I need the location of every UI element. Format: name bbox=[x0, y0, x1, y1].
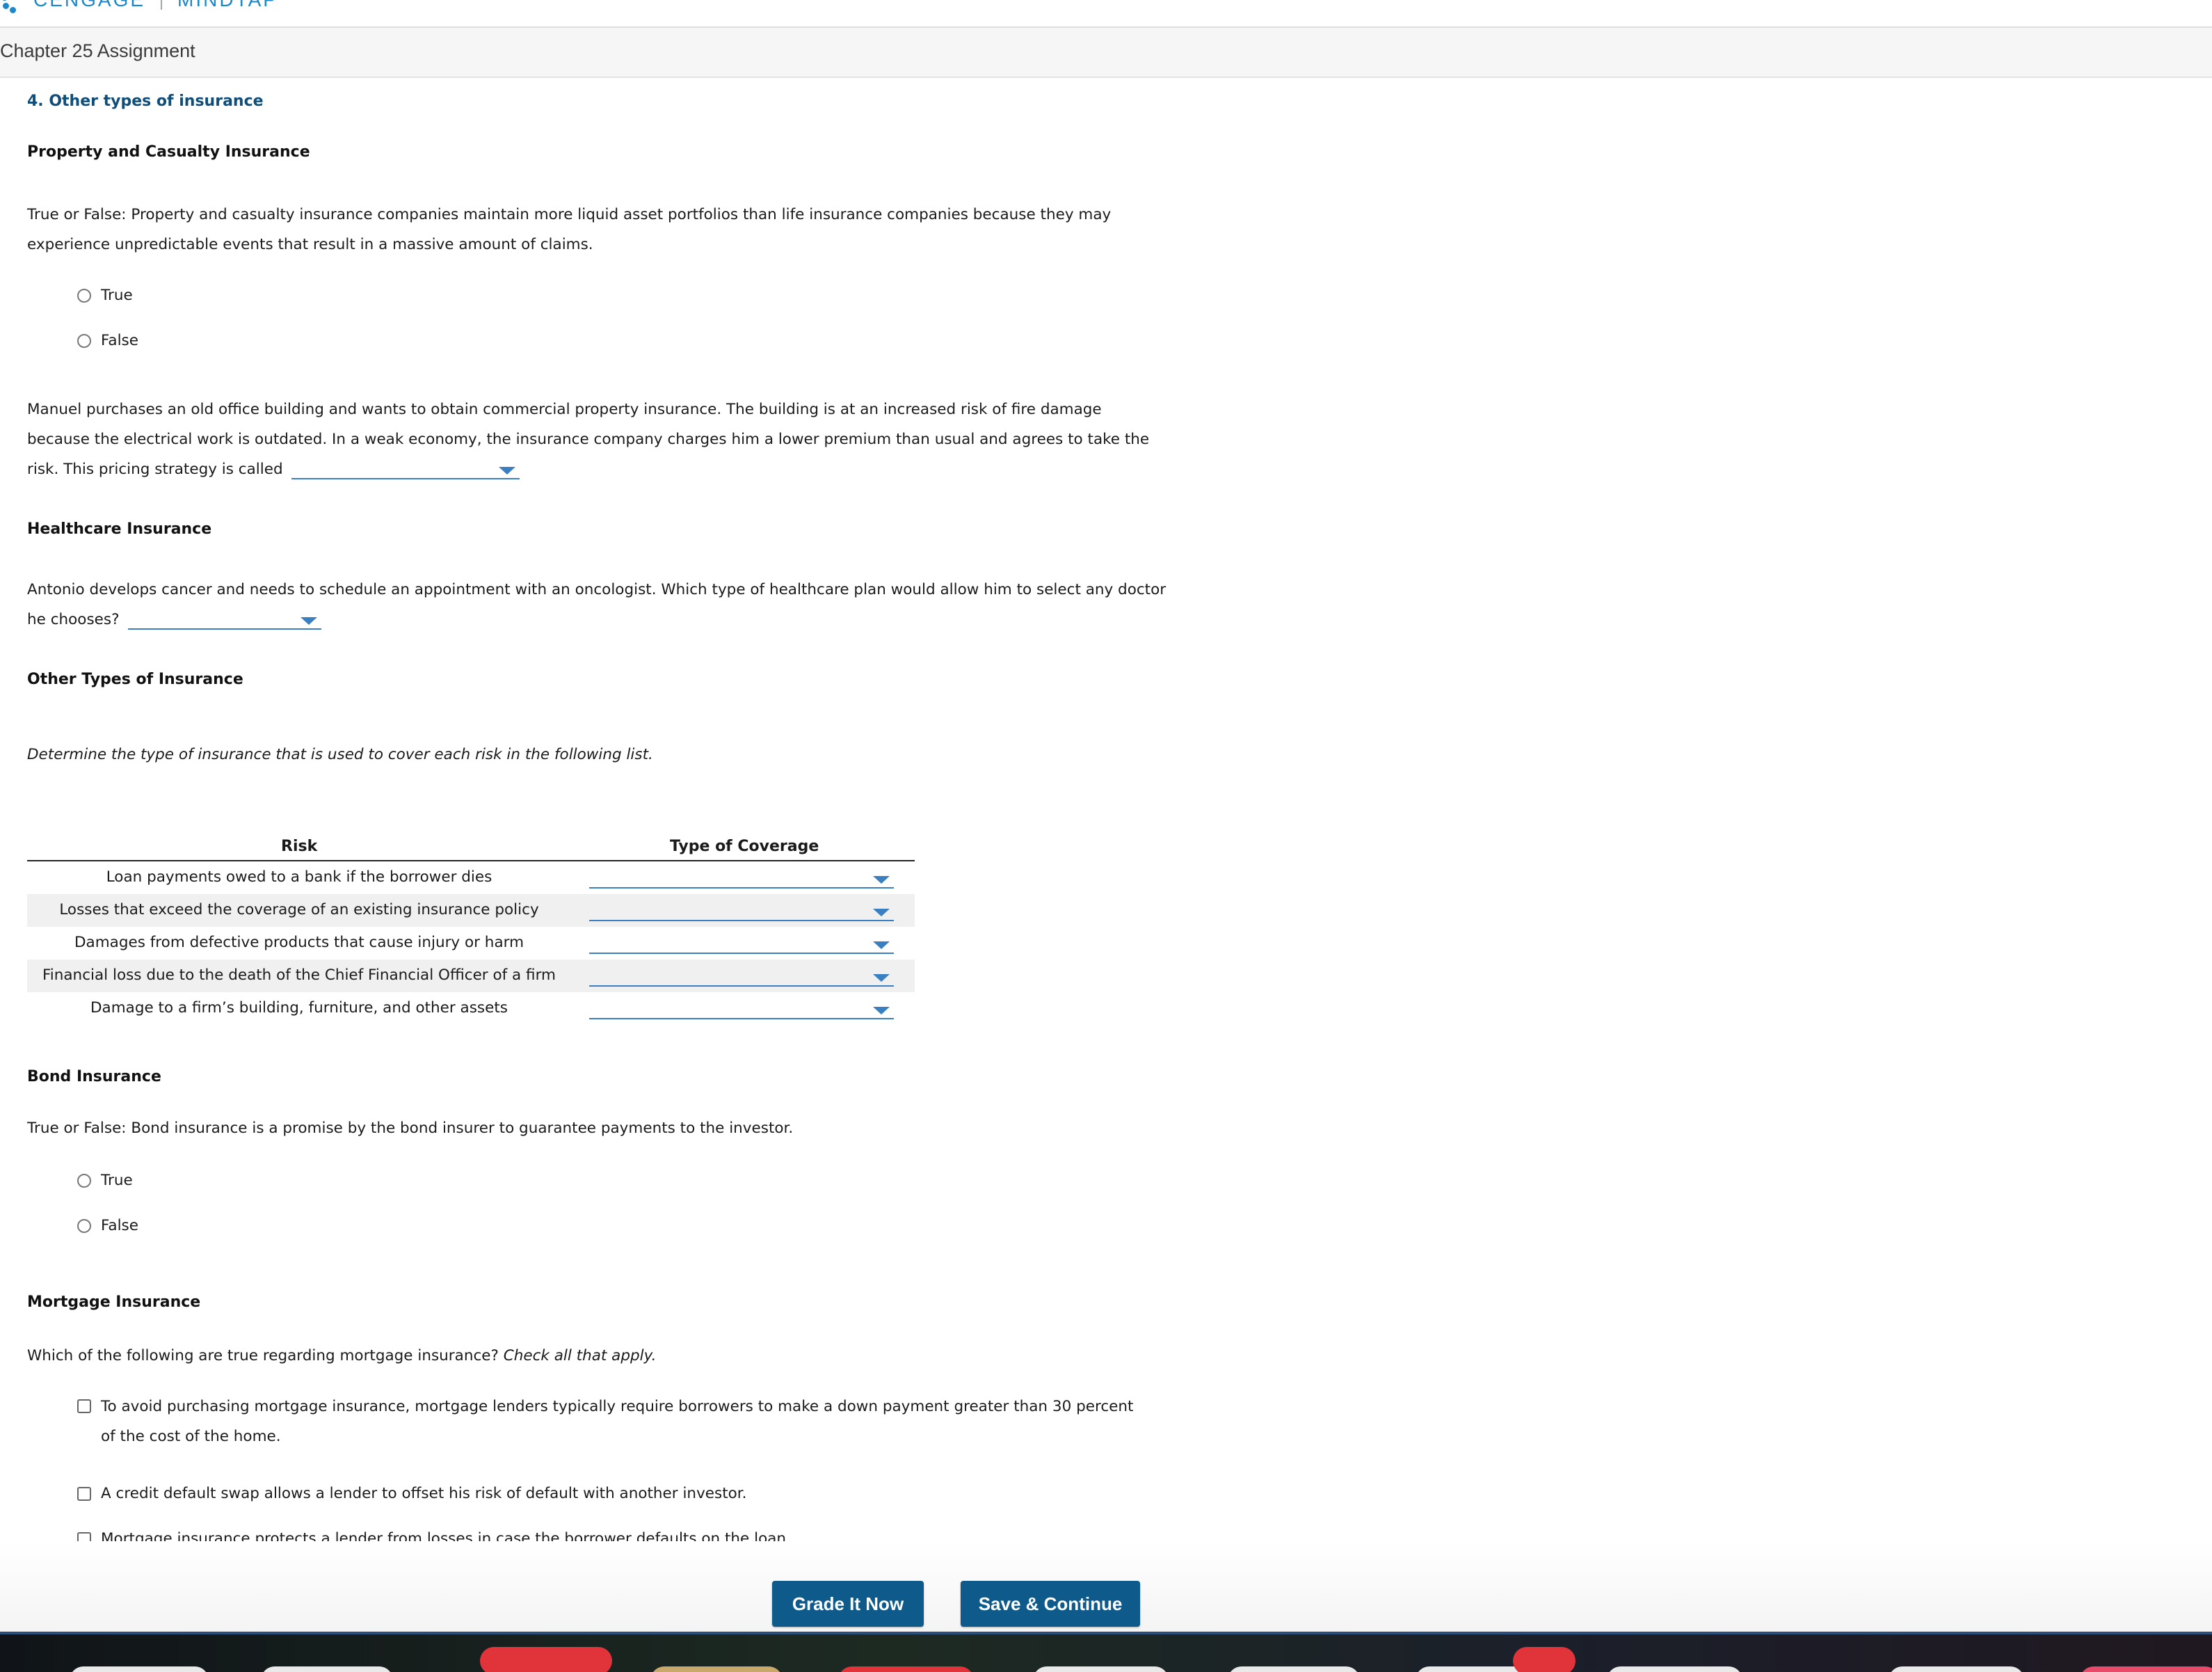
dock-app-icon[interactable] bbox=[70, 1666, 209, 1672]
table-row: Loan payments owed to a bank if the borr… bbox=[27, 861, 915, 894]
dock-divider bbox=[0, 1632, 2212, 1634]
radio-button[interactable] bbox=[77, 333, 91, 348]
healthcare-heading: Healthcare Insurance bbox=[27, 520, 212, 538]
risk-cell: Financial loss due to the death of the C… bbox=[42, 966, 556, 984]
table-header: Risk Type of Coverage bbox=[27, 829, 915, 861]
top-bar: CENGAGE MINDTAP bbox=[0, 0, 2212, 28]
property-tf-prompt: True or False: Property and casualty ins… bbox=[27, 200, 1210, 260]
brand-name: CENGAGE bbox=[33, 0, 145, 11]
manuel-scenario: Manuel purchases an old office building … bbox=[27, 395, 1210, 484]
cengage-logo: CENGAGE MINDTAP bbox=[0, 0, 278, 14]
risk-cell: Loan payments owed to a bank if the borr… bbox=[106, 868, 492, 886]
pricing-strategy-dropdown[interactable] bbox=[291, 460, 520, 479]
prompt-line: experience unpredictable events that res… bbox=[27, 236, 593, 253]
mortgage-prompt: Which of the following are true regardin… bbox=[27, 1341, 657, 1371]
coverage-dropdown[interactable] bbox=[589, 902, 894, 921]
coverage-column-header: Type of Coverage bbox=[670, 838, 819, 855]
option-label: False bbox=[101, 332, 138, 349]
prompt-text: Which of the following are true regardin… bbox=[27, 1347, 499, 1364]
other-types-heading: Other Types of Insurance bbox=[27, 671, 243, 688]
option-label: To avoid purchasing mortgage insurance, … bbox=[101, 1398, 1134, 1415]
prompt-line: he chooses? bbox=[27, 611, 120, 628]
coverage-dropdown[interactable] bbox=[589, 869, 894, 889]
chevron-down-icon bbox=[873, 1007, 890, 1014]
option-label: of the cost of the home. bbox=[101, 1428, 281, 1445]
dock-app-icon[interactable] bbox=[1889, 1666, 2024, 1672]
table-row: Damage to a firm’s building, furniture, … bbox=[27, 992, 915, 1025]
prompt-line: True or False: Property and casualty ins… bbox=[27, 206, 1112, 223]
property-heading: Property and Casualty Insurance bbox=[27, 143, 310, 161]
risk-cell: Damage to a firm’s building, furniture, … bbox=[90, 999, 508, 1017]
property-true-option[interactable]: True bbox=[77, 287, 133, 304]
table-row: Financial loss due to the death of the C… bbox=[27, 960, 915, 992]
mortgage-option-1[interactable]: To avoid purchasing mortgage insurance, … bbox=[77, 1392, 1204, 1451]
prompt-line: Antonio develops cancer and needs to sch… bbox=[27, 581, 1167, 598]
healthcare-prompt: Antonio develops cancer and needs to sch… bbox=[27, 575, 1210, 635]
assignment-bar: Chapter 25 Assignment bbox=[0, 28, 2212, 78]
dock-app-icon[interactable] bbox=[1228, 1666, 1360, 1672]
radio-button[interactable] bbox=[77, 1218, 91, 1233]
dock-app-icon[interactable] bbox=[838, 1666, 974, 1672]
prompt-line: because the electrical work is outdated.… bbox=[27, 431, 1150, 448]
coverage-table: Risk Type of Coverage Loan payments owed… bbox=[27, 829, 915, 1025]
os-dock bbox=[0, 1632, 2212, 1672]
bond-prompt: True or False: Bond insurance is a promi… bbox=[27, 1120, 794, 1137]
other-types-instruction: Determine the type of insurance that is … bbox=[27, 746, 653, 763]
dock-app-icon[interactable] bbox=[1607, 1666, 1742, 1672]
mortgage-option-2[interactable]: A credit default swap allows a lender to… bbox=[77, 1479, 747, 1508]
brand-divider bbox=[161, 0, 163, 10]
risk-column-header: Risk bbox=[281, 838, 318, 855]
risk-cell: Damages from defective products that cau… bbox=[74, 934, 524, 951]
option-label: A credit default swap allows a lender to… bbox=[101, 1485, 747, 1502]
bond-false-option[interactable]: False bbox=[77, 1217, 138, 1234]
option-label: True bbox=[101, 287, 133, 304]
chevron-down-icon bbox=[873, 974, 890, 982]
prompt-line: Manuel purchases an old office building … bbox=[27, 401, 1102, 418]
prompt-line: risk. This pricing strategy is called bbox=[27, 461, 283, 478]
chevron-down-icon bbox=[300, 617, 318, 625]
dock-badge bbox=[1513, 1647, 1576, 1672]
bond-true-option[interactable]: True bbox=[77, 1172, 133, 1189]
chevron-down-icon bbox=[873, 909, 890, 916]
dock-app-icon[interactable] bbox=[480, 1647, 612, 1672]
option-label: True bbox=[101, 1172, 133, 1189]
dock-app-icon[interactable] bbox=[2080, 1666, 2212, 1672]
table-row: Losses that exceed the coverage of an ex… bbox=[27, 894, 915, 927]
logo-icon bbox=[0, 0, 26, 14]
prompt-emphasis: Check all that apply. bbox=[503, 1347, 657, 1364]
coverage-dropdown[interactable] bbox=[589, 934, 894, 954]
mortgage-heading: Mortgage Insurance bbox=[27, 1293, 201, 1311]
checkbox[interactable] bbox=[77, 1399, 91, 1413]
risk-cell: Losses that exceed the coverage of an ex… bbox=[59, 901, 539, 918]
table-row: Damages from defective products that cau… bbox=[27, 927, 915, 960]
save-and-continue-button[interactable]: Save & Continue bbox=[961, 1581, 1140, 1627]
radio-button[interactable] bbox=[77, 1173, 91, 1188]
coverage-dropdown[interactable] bbox=[589, 967, 894, 987]
property-false-option[interactable]: False bbox=[77, 332, 138, 349]
coverage-dropdown[interactable] bbox=[589, 1000, 894, 1019]
dock-app-icon[interactable] bbox=[1033, 1666, 1169, 1672]
chevron-down-icon bbox=[499, 467, 516, 475]
chevron-down-icon bbox=[873, 941, 890, 949]
bond-heading: Bond Insurance bbox=[27, 1068, 161, 1085]
dock-app-icon[interactable] bbox=[650, 1666, 783, 1672]
question-title: 4. Other types of insurance bbox=[27, 93, 264, 110]
radio-button[interactable] bbox=[77, 288, 91, 303]
assignment-title: Chapter 25 Assignment bbox=[0, 40, 195, 61]
dock-app-icon[interactable] bbox=[261, 1666, 393, 1672]
chevron-down-icon bbox=[873, 876, 890, 884]
checkbox[interactable] bbox=[77, 1486, 91, 1501]
healthcare-plan-dropdown[interactable] bbox=[128, 610, 322, 630]
grade-it-now-button[interactable]: Grade It Now bbox=[772, 1581, 924, 1627]
product-name: MINDTAP bbox=[177, 0, 278, 11]
option-label: False bbox=[101, 1217, 138, 1234]
